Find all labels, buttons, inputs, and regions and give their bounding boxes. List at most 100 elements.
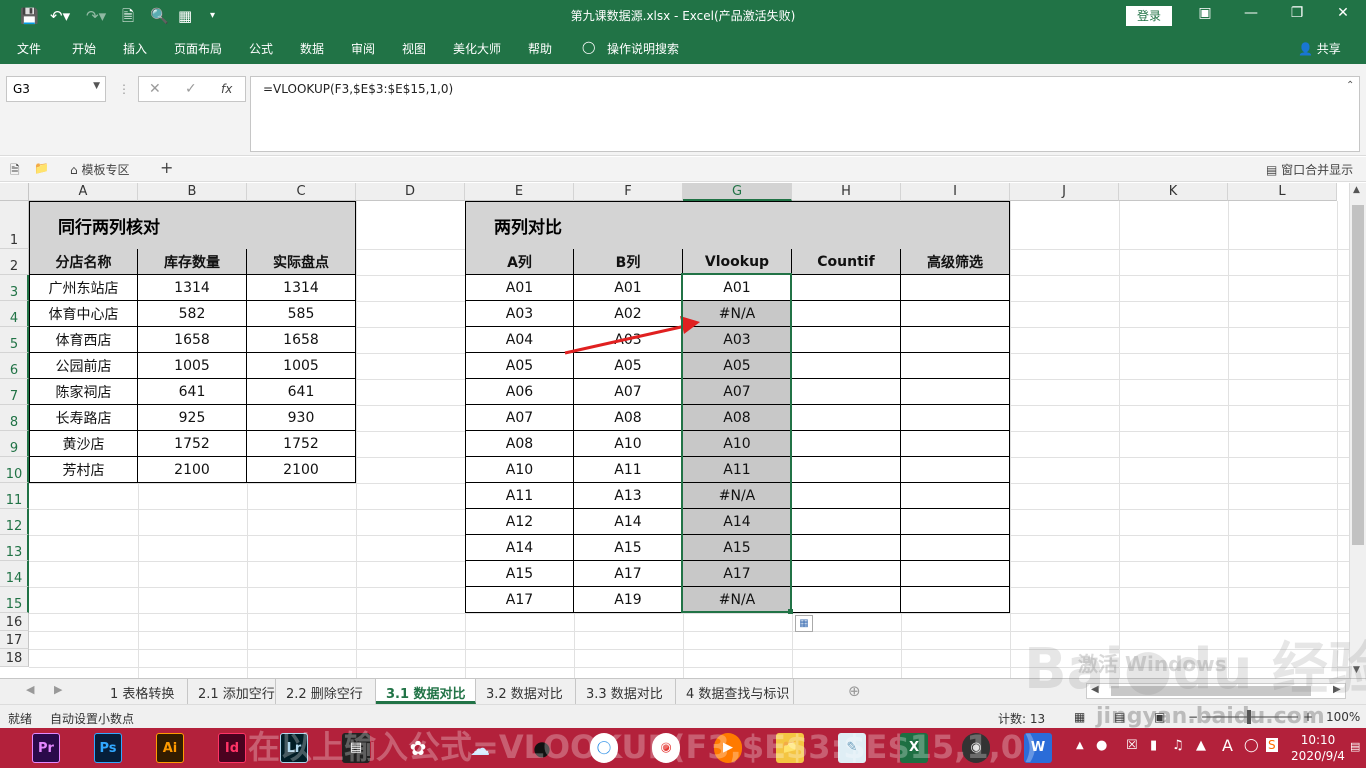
- expand-formula-icon[interactable]: ⌃: [1346, 80, 1354, 91]
- sheet-tab[interactable]: 2.2 删除空行: [276, 679, 376, 704]
- page-layout-view-icon[interactable]: ▤: [1114, 710, 1125, 724]
- page-break-view-icon[interactable]: ▣: [1154, 710, 1165, 724]
- close-icon[interactable]: ✕: [1328, 5, 1358, 21]
- tray-ime-icon[interactable]: ◯: [1244, 738, 1259, 753]
- tray-expand-icon[interactable]: ▲: [1076, 740, 1084, 751]
- chrome-icon[interactable]: ◉: [652, 733, 680, 763]
- cloud-app-icon[interactable]: ☁: [466, 733, 494, 763]
- tab-help[interactable]: 帮助: [528, 40, 552, 57]
- formula-bar-area: G3 ▼ ⋮ ✕ ✓ fx =VLOOKUP(F3,$E$3:$E$15,1,0…: [0, 64, 1366, 156]
- person-icon: 👤: [1298, 42, 1313, 56]
- zoom-slider-handle[interactable]: [1247, 710, 1251, 724]
- clock-date: 2020/9/4: [1291, 749, 1345, 763]
- login-button[interactable]: 登录: [1126, 6, 1172, 26]
- zoom-out-icon[interactable]: −: [1188, 710, 1198, 724]
- horizontal-scrollbar[interactable]: ◀ ▶: [1086, 683, 1346, 699]
- name-box-value: G3: [13, 82, 30, 96]
- window-icon: ▤: [1266, 163, 1278, 177]
- scroll-left-icon[interactable]: ◀: [1091, 684, 1099, 695]
- vertical-scrollbar[interactable]: ▲ ▼: [1349, 183, 1366, 678]
- video-editor-icon[interactable]: ▤: [342, 733, 370, 763]
- sheet-tab[interactable]: 3.2 数据对比: [476, 679, 576, 704]
- status-bar: 就绪 自动设置小数点 计数: 13 ▦ ▤ ▣ − + 100%: [0, 704, 1366, 728]
- ribbon-display-icon[interactable]: ▣: [1190, 5, 1220, 21]
- folder-icon[interactable]: 📁: [34, 161, 49, 175]
- app-ribbon-icon[interactable]: ✿: [404, 733, 432, 763]
- tab-home[interactable]: 开始: [72, 40, 96, 57]
- chevron-down-icon[interactable]: ▼: [93, 81, 100, 91]
- hscroll-thumb[interactable]: [1111, 686, 1311, 696]
- sheet-tab[interactable]: 2.1 添加空行: [188, 679, 276, 704]
- sheet-tab[interactable]: 3.3 数据对比: [576, 679, 676, 704]
- sheet-tab[interactable]: 1 表格转换: [100, 679, 188, 704]
- prev-sheet-icon[interactable]: ◀: [26, 683, 34, 696]
- wps-icon[interactable]: W: [1024, 733, 1052, 763]
- template-tab-label: 模板专区: [81, 163, 130, 177]
- zoom-in-icon[interactable]: +: [1303, 710, 1313, 724]
- music-player-icon[interactable]: ◉: [962, 733, 990, 763]
- player-icon[interactable]: ▶: [714, 733, 742, 763]
- file-explorer-icon[interactable]: 📁: [776, 733, 804, 763]
- window-merge-button[interactable]: ▤ 窗口合并显示: [1266, 161, 1353, 178]
- sheet-tab[interactable]: 3.1 数据对比: [376, 679, 476, 704]
- tell-me-search[interactable]: 操作说明搜索: [607, 40, 679, 57]
- next-sheet-icon[interactable]: ▶: [54, 683, 62, 696]
- tab-review[interactable]: 审阅: [351, 40, 375, 57]
- sheet-tabs-bar: ◀ ▶ 1 表格转换 2.1 添加空行 2.2 删除空行 3.1 数据对比 3.2 数据…: [0, 678, 1366, 704]
- tab-view[interactable]: 视图: [402, 40, 426, 57]
- tab-page-layout[interactable]: 页面布局: [174, 40, 222, 57]
- status-auto-decimal: 自动设置小数点: [50, 712, 135, 726]
- tab-data[interactable]: 数据: [300, 40, 324, 57]
- tray-wifi-icon[interactable]: ▲: [1196, 738, 1206, 753]
- scroll-down-icon[interactable]: ▼: [1353, 665, 1360, 675]
- enter-icon[interactable]: ✓: [185, 81, 197, 97]
- qq-icon[interactable]: ●: [528, 733, 556, 763]
- status-count: 计数: 13: [998, 712, 1046, 726]
- new-doc-icon[interactable]: 🗎: [10, 161, 20, 182]
- restore-icon[interactable]: ❐: [1282, 5, 1312, 21]
- tray-qq-icon[interactable]: ●: [1096, 738, 1107, 753]
- formula-input[interactable]: =VLOOKUP(F3,$E$3:$E$15,1,0): [250, 76, 1360, 152]
- notification-icon[interactable]: ▤: [1350, 740, 1360, 753]
- template-tab[interactable]: ⌂ 模板专区: [70, 161, 129, 178]
- notes-icon[interactable]: ✎: [838, 733, 866, 763]
- name-box[interactable]: G3 ▼: [6, 76, 106, 102]
- premiere-icon[interactable]: Pr: [32, 733, 60, 763]
- browser-icon[interactable]: ◯: [590, 733, 618, 763]
- illustrator-icon[interactable]: Ai: [156, 733, 184, 763]
- tab-file[interactable]: 文件: [17, 40, 41, 57]
- tray-network-off-icon[interactable]: ☒: [1126, 738, 1138, 753]
- add-sheet-icon[interactable]: ⊕: [848, 682, 861, 700]
- clock[interactable]: 10:10 2020/9/4: [1288, 732, 1348, 764]
- scroll-thumb[interactable]: [1352, 205, 1364, 545]
- normal-view-icon[interactable]: ▦: [1074, 710, 1085, 724]
- scroll-right-icon[interactable]: ▶: [1333, 684, 1341, 695]
- sheet-tab[interactable]: 4 数据查找与标识: [676, 679, 794, 704]
- zoom-level[interactable]: 100%: [1326, 710, 1360, 724]
- photoshop-icon[interactable]: Ps: [94, 733, 122, 763]
- minimize-icon[interactable]: —: [1236, 5, 1266, 21]
- lightbulb-icon: ◯: [582, 40, 596, 54]
- formula-buttons: ✕ ✓ fx: [138, 76, 246, 102]
- excel-icon[interactable]: X: [900, 733, 928, 763]
- add-tab-icon[interactable]: +: [160, 158, 173, 177]
- ribbon-tabs: 文件 开始 插入 页面布局 公式 数据 审阅 视图 美化大师 帮助 ◯ 操作说明…: [0, 32, 1366, 64]
- lightroom-icon[interactable]: Lr: [280, 733, 308, 763]
- share-button[interactable]: 👤 共享: [1298, 40, 1341, 57]
- tab-beautify[interactable]: 美化大师: [453, 40, 501, 57]
- tray-volume-icon[interactable]: ♫: [1172, 738, 1184, 753]
- spreadsheet-grid[interactable]: ABCDEFGHIJKL 1 2 3 4 5 6 7 8 9 10 11 12 13 14 15 16 17 18…: [0, 183, 1366, 678]
- insert-function-icon[interactable]: fx: [221, 82, 232, 96]
- tab-formulas[interactable]: 公式: [249, 40, 273, 57]
- indesign-icon[interactable]: Id: [218, 733, 246, 763]
- paste-options-icon[interactable]: ▦: [795, 615, 813, 632]
- cancel-icon[interactable]: ✕: [149, 81, 161, 97]
- fill-handle[interactable]: [788, 609, 793, 614]
- tray-battery-icon[interactable]: ▮: [1150, 738, 1157, 753]
- taskbar: Pr Ps Ai Id Lr ▤ ✿ ☁ ● ◯ ◉ ▶ 📁 ✎ X ◉ W ▲…: [0, 728, 1366, 768]
- scroll-up-icon[interactable]: ▲: [1353, 185, 1360, 195]
- tab-insert[interactable]: 插入: [123, 40, 147, 57]
- input-method-icon[interactable]: A: [1222, 736, 1233, 755]
- splitter-icon[interactable]: ⋮: [118, 82, 130, 96]
- tray-sogou-icon[interactable]: S: [1266, 738, 1278, 752]
